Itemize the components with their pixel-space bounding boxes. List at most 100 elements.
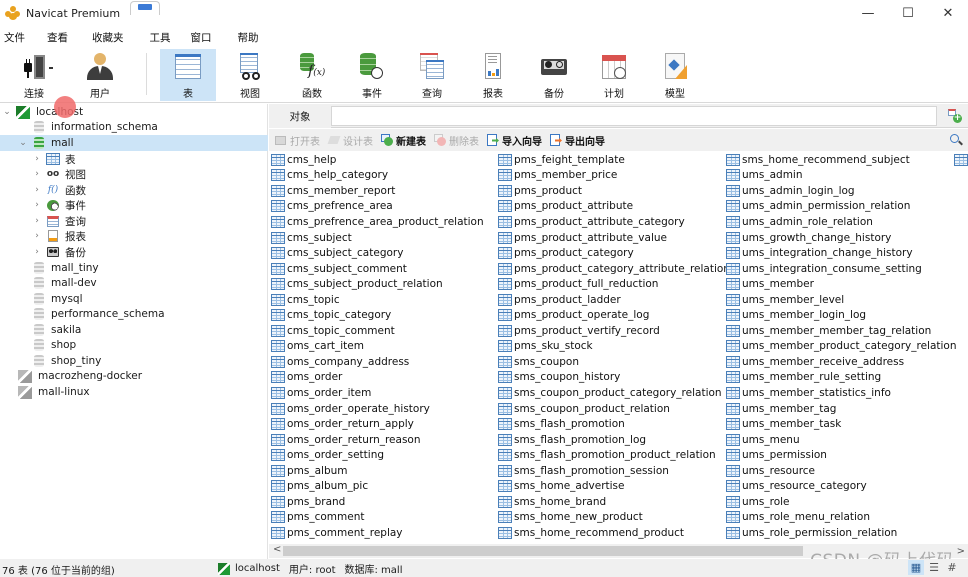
tree-connection-localhost[interactable]: ⌄ localhost <box>0 104 268 120</box>
tree-node-tables[interactable]: › 表 <box>32 151 76 167</box>
table-item[interactable]: sms_flash_promotion_product_relation <box>498 447 730 463</box>
table-item[interactable]: ums_role_permission_relation <box>726 525 957 541</box>
table-item[interactable]: ums_resource <box>726 463 957 479</box>
menu-view[interactable]: 查看 <box>43 30 72 45</box>
table-item[interactable]: sms_home_brand <box>498 494 730 510</box>
table-item[interactable]: ums_member_level <box>726 292 957 308</box>
table-item[interactable]: pms_product_attribute_value <box>498 230 730 246</box>
table-item[interactable]: oms_order <box>271 370 484 386</box>
table-item[interactable]: ums_member_rule_setting <box>726 370 957 386</box>
table-item[interactable]: ums_member_tag <box>726 401 957 417</box>
tree-node-queries[interactable]: › 查询 <box>32 213 86 229</box>
table-item[interactable]: ums_growth_change_history <box>726 230 957 246</box>
table-item[interactable]: cms_topic <box>271 292 484 308</box>
tree-node-reports[interactable]: › 报表 <box>32 228 86 244</box>
table-item[interactable]: pms_album <box>271 463 484 479</box>
toolbar-event-button[interactable]: 事件 <box>344 49 400 101</box>
table-item[interactable]: ums_member_member_tag_relation <box>726 323 957 339</box>
toolbar-query-button[interactable]: 查询 <box>404 49 460 101</box>
table-item[interactable]: ums_member_product_category_relation <box>726 339 957 355</box>
table-item[interactable] <box>954 152 968 168</box>
export-wizard-button[interactable]: 导出向导 <box>550 133 605 148</box>
table-item[interactable]: cms_prefrence_area <box>271 199 484 215</box>
table-item[interactable]: pms_feight_template <box>498 152 730 168</box>
tree-db-performance-schema[interactable]: performance_schema <box>34 306 165 322</box>
table-item[interactable]: ums_admin <box>726 168 957 184</box>
table-item[interactable]: sms_home_recommend_subject <box>726 152 957 168</box>
chevron-right-icon[interactable]: › <box>32 200 42 210</box>
table-item[interactable]: pms_album_pic <box>271 478 484 494</box>
table-item[interactable]: ums_member_receive_address <box>726 354 957 370</box>
table-item[interactable]: cms_topic_comment <box>271 323 484 339</box>
tree-node-backups[interactable]: › 备份 <box>32 244 86 260</box>
table-item[interactable]: ums_member_task <box>726 416 957 432</box>
table-item[interactable]: sms_flash_promotion <box>498 416 730 432</box>
table-item[interactable]: pms_product_ladder <box>498 292 730 308</box>
table-item[interactable]: oms_order_setting <box>271 447 484 463</box>
table-item[interactable]: pms_member_price <box>498 168 730 184</box>
search-icon[interactable] <box>950 134 963 146</box>
chevron-right-icon[interactable]: › <box>32 185 42 195</box>
toolbar-function-button[interactable]: f(x) 函数 <box>284 49 340 101</box>
table-item[interactable]: ums_permission <box>726 447 957 463</box>
table-item[interactable]: oms_company_address <box>271 354 484 370</box>
table-item[interactable]: ums_role <box>726 494 957 510</box>
toolbar-backup-button[interactable]: 备份 <box>526 49 582 101</box>
tree-db-shop[interactable]: shop <box>34 337 76 353</box>
table-item[interactable]: cms_topic_category <box>271 307 484 323</box>
open-table-button[interactable]: 打开表 <box>275 133 320 148</box>
table-item[interactable]: ums_role_menu_relation <box>726 510 957 526</box>
tree-node-functions[interactable]: › f() 函数 <box>32 182 86 198</box>
chevron-right-icon[interactable]: › <box>32 231 42 241</box>
tree-connection-macrozheng-docker[interactable]: macrozheng-docker <box>18 368 142 384</box>
chevron-right-icon[interactable]: › <box>32 247 42 257</box>
menu-favorites[interactable]: 收藏夹 <box>88 30 128 45</box>
table-item[interactable]: oms_order_operate_history <box>271 401 484 417</box>
tree-db-mall-dev[interactable]: mall-dev <box>34 275 97 291</box>
list-view-icon[interactable]: ☰ <box>926 560 942 575</box>
table-list[interactable]: cms_help cms_help_category cms_member_repo… <box>269 152 968 540</box>
table-item[interactable]: cms_subject_category <box>271 245 484 261</box>
toolbar-schedule-button[interactable]: 计划 <box>586 49 642 101</box>
table-item[interactable]: oms_order_return_apply <box>271 416 484 432</box>
table-item[interactable]: pms_product_attribute <box>498 199 730 215</box>
toolbar-report-button[interactable]: 报表 <box>465 49 521 101</box>
toolbar-table-button[interactable]: 表 <box>160 49 216 101</box>
toolbar-user-button[interactable]: 用户 <box>72 49 128 101</box>
tree-db-mall[interactable]: ⌄ mall <box>0 135 268 151</box>
table-item[interactable]: sms_home_advertise <box>498 478 730 494</box>
table-item[interactable]: cms_prefrence_area_product_relation <box>271 214 484 230</box>
table-item[interactable]: sms_coupon_product_relation <box>498 401 730 417</box>
table-item[interactable]: oms_cart_item <box>271 339 484 355</box>
table-item[interactable]: ums_member <box>726 276 957 292</box>
table-item[interactable]: cms_subject_product_relation <box>271 276 484 292</box>
tree-db-mysql[interactable]: mysql <box>34 291 83 307</box>
table-item[interactable]: pms_product <box>498 183 730 199</box>
maximize-button[interactable]: ☐ <box>888 0 928 26</box>
grid-view-icon[interactable]: ▦ <box>908 560 924 575</box>
tree-db-mall-tiny[interactable]: mall_tiny <box>34 260 99 276</box>
table-item[interactable]: ums_admin_permission_relation <box>726 199 957 215</box>
table-item[interactable]: pms_product_operate_log <box>498 307 730 323</box>
table-item[interactable]: ums_integration_consume_setting <box>726 261 957 277</box>
tree-db-sakila[interactable]: sakila <box>34 322 81 338</box>
tree-db-information-schema[interactable]: information_schema <box>34 119 158 135</box>
table-item[interactable]: pms_product_attribute_category <box>498 214 730 230</box>
table-item[interactable]: pms_product_category_attribute_relation <box>498 261 730 277</box>
table-item[interactable]: ums_menu <box>726 432 957 448</box>
new-table-button[interactable]: 新建表 <box>381 133 426 148</box>
table-item[interactable]: ums_integration_change_history <box>726 245 957 261</box>
table-item[interactable]: ums_admin_role_relation <box>726 214 957 230</box>
table-item[interactable]: pms_sku_stock <box>498 339 730 355</box>
table-item[interactable]: cms_help_category <box>271 168 484 184</box>
menu-window[interactable]: 窗口 <box>187 30 216 45</box>
menu-help[interactable]: 帮助 <box>234 30 263 45</box>
chevron-right-icon[interactable]: › <box>32 154 42 164</box>
table-item[interactable]: pms_brand <box>271 494 484 510</box>
detail-view-icon[interactable]: # <box>944 560 960 575</box>
tree-connection-mall-linux[interactable]: mall-linux <box>18 384 90 400</box>
scrollbar-thumb[interactable] <box>283 546 803 556</box>
table-item[interactable]: cms_subject <box>271 230 484 246</box>
table-item[interactable]: pms_product_full_reduction <box>498 276 730 292</box>
toolbar-model-button[interactable]: 模型 <box>647 49 703 101</box>
